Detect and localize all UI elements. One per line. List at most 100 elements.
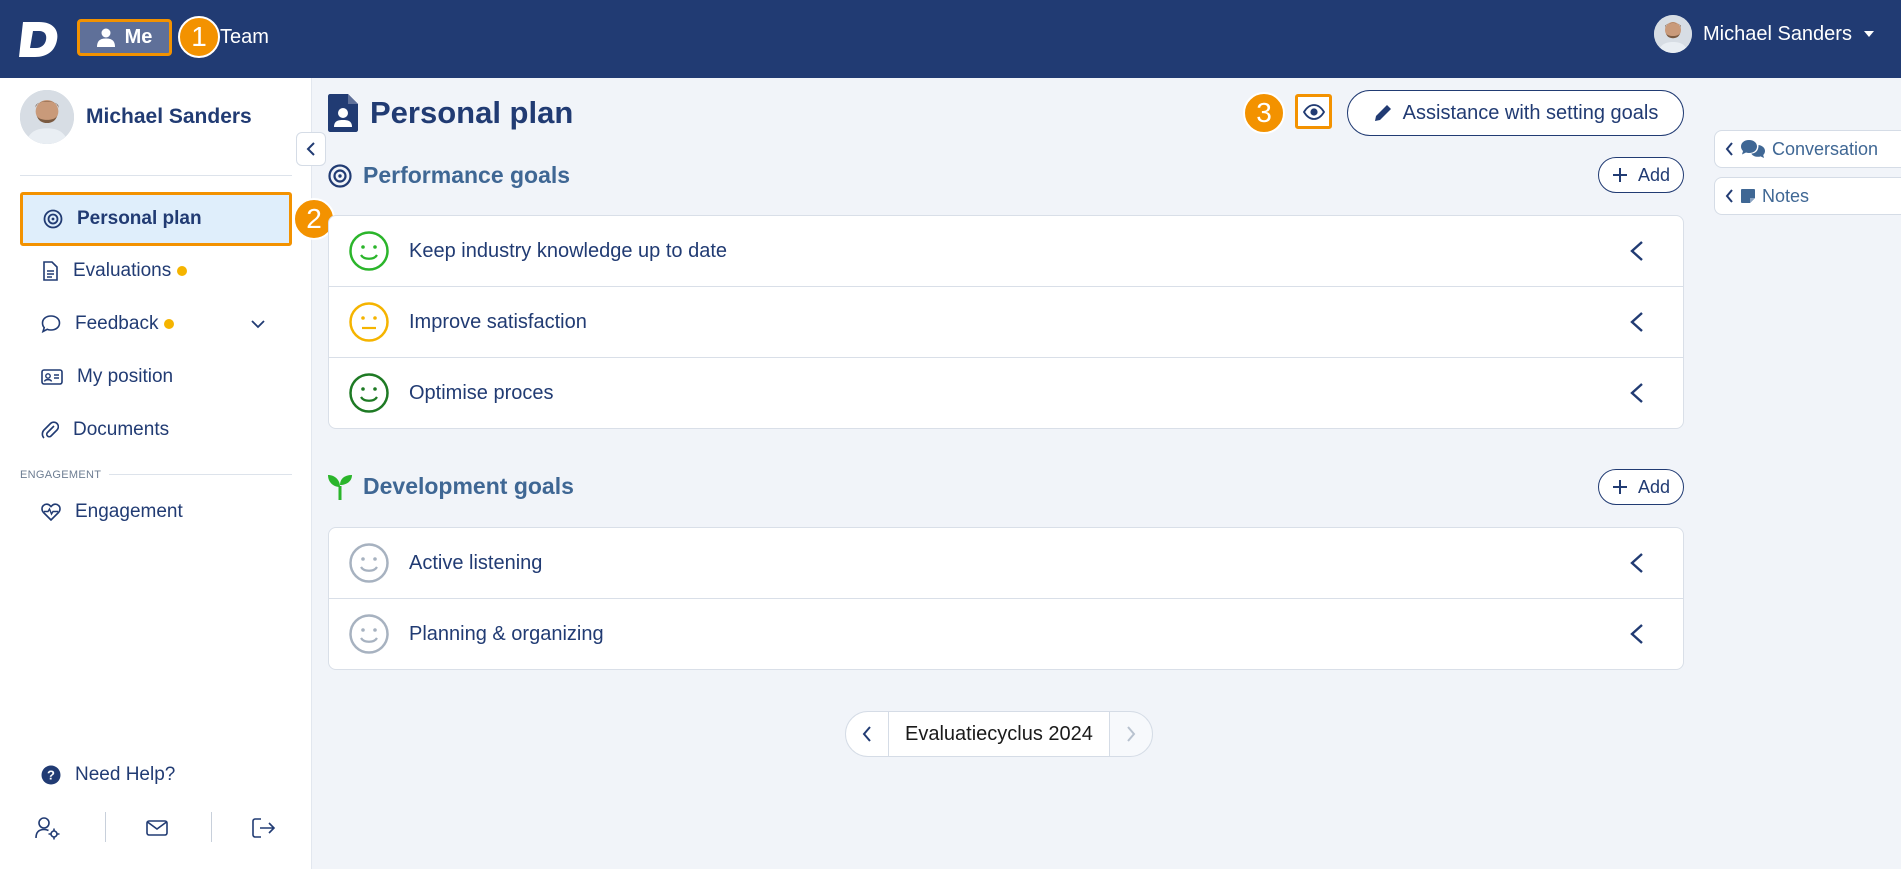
- chevron-left-icon: [862, 726, 871, 742]
- target-icon: [328, 163, 352, 188]
- assistance-goals-label: Assistance with setting goals: [1402, 101, 1659, 124]
- add-label: Add: [1637, 164, 1671, 185]
- goal-row[interactable]: Improve satisfaction: [329, 287, 1683, 358]
- eye-icon: [1302, 103, 1325, 120]
- document-icon: [43, 261, 58, 281]
- chevron-right-icon: [1127, 726, 1136, 742]
- profile-name: Michael Sanders: [86, 105, 252, 128]
- notification-dot: [164, 318, 175, 329]
- chevron-left-icon[interactable]: [1629, 382, 1645, 404]
- sprout-icon: [328, 474, 352, 500]
- goal-row[interactable]: Active listening: [329, 528, 1683, 599]
- goal-title: Optimise proces: [409, 382, 554, 404]
- goal-row[interactable]: Keep industry knowledge up to date: [329, 216, 1683, 287]
- divider: [20, 175, 292, 176]
- sidebar-item-engagement[interactable]: Engagement: [22, 487, 290, 537]
- assistance-goals-button[interactable]: Assistance with setting goals: [1347, 90, 1684, 136]
- need-help-link[interactable]: ? Need Help?: [41, 764, 175, 786]
- step-badge-1: 1: [178, 16, 220, 58]
- sidebar-footer: [0, 806, 312, 846]
- paperclip-icon: [41, 421, 59, 439]
- mail-icon[interactable]: [143, 814, 171, 842]
- chevron-down-icon[interactable]: [250, 319, 266, 329]
- sidebar-item-label: My position: [77, 366, 174, 387]
- caret-down-icon: [1863, 31, 1874, 37]
- user-menu-name: Michael Sanders: [1703, 22, 1852, 45]
- team-tab-link[interactable]: Team: [220, 26, 269, 49]
- app-logo[interactable]: [19, 20, 59, 58]
- target-icon: [43, 209, 63, 229]
- chevron-left-icon: [1725, 189, 1733, 203]
- cycle-label: Evaluatiecyclus 2024: [889, 711, 1109, 757]
- sidebar-item-my-position[interactable]: My position: [22, 352, 290, 402]
- user-settings-icon[interactable]: [34, 814, 62, 842]
- goal-row[interactable]: Planning & organizing: [329, 599, 1683, 669]
- page-title-text: Personal plan: [370, 95, 574, 130]
- chevron-left-icon: [1725, 142, 1733, 156]
- next-cycle-button[interactable]: [1108, 711, 1153, 757]
- svg-text:?: ?: [47, 768, 55, 783]
- conversation-tab-label: Conversation: [1772, 138, 1879, 159]
- sidebar-item-evaluations[interactable]: Evaluations: [22, 246, 290, 296]
- sidebar: Michael Sanders Personal plan 2 Evaluati…: [0, 78, 335, 869]
- step-badge-3: 3: [1243, 92, 1285, 134]
- add-label: Add: [1637, 476, 1671, 497]
- question-circle-icon: ?: [41, 765, 61, 785]
- sidebar-item-label: Documents: [73, 419, 170, 440]
- plus-icon: [1612, 168, 1627, 182]
- me-tab-label: Me: [124, 26, 153, 48]
- sidebar-item-label: Engagement: [75, 501, 183, 522]
- view-toggle-button[interactable]: [1295, 94, 1332, 129]
- goal-title: Active listening: [409, 551, 543, 574]
- development-goals-title: Development goals: [363, 473, 574, 499]
- id-card-icon: [41, 369, 63, 385]
- chevron-left-icon[interactable]: [1629, 240, 1645, 262]
- goal-row[interactable]: Optimise proces: [329, 358, 1683, 428]
- development-goals-list: Active listening Planning & organizing: [328, 527, 1684, 670]
- happy-face-icon: [349, 231, 389, 271]
- development-goals-heading: Development goals: [328, 473, 574, 500]
- need-help-label: Need Help?: [75, 764, 176, 785]
- speech-bubble-icon: [41, 315, 61, 334]
- profile-card[interactable]: Michael Sanders: [20, 90, 252, 144]
- separator: [105, 812, 106, 842]
- chevron-left-icon[interactable]: [1629, 623, 1645, 645]
- previous-cycle-button[interactable]: [845, 711, 889, 757]
- chevron-left-icon[interactable]: [1629, 552, 1645, 574]
- chevron-left-icon[interactable]: [1629, 311, 1645, 333]
- sidebar-item-feedback[interactable]: Feedback: [22, 299, 290, 349]
- sidebar-item-documents[interactable]: Documents: [22, 405, 290, 455]
- heart-pulse-icon: [41, 503, 61, 521]
- happy-face-icon: [349, 373, 389, 413]
- logout-icon[interactable]: [250, 814, 278, 842]
- plus-icon: [1612, 480, 1627, 494]
- sidebar-item-personal-plan[interactable]: Personal plan: [20, 192, 292, 246]
- user-avatar: [1654, 15, 1692, 53]
- me-tab-button[interactable]: Me: [77, 19, 172, 56]
- performance-goals-title: Performance goals: [363, 162, 571, 188]
- add-performance-goal-button[interactable]: Add: [1598, 157, 1684, 193]
- page-title: Personal plan: [328, 94, 573, 132]
- top-bar: Me 1 Team Michael Sanders: [0, 0, 1901, 78]
- goal-title: Improve satisfaction: [409, 310, 587, 333]
- user-menu[interactable]: Michael Sanders: [1654, 15, 1875, 53]
- performance-goals-heading: Performance goals: [328, 162, 570, 189]
- happy-face-icon: [349, 543, 389, 583]
- collapse-sidebar-button[interactable]: [296, 132, 326, 166]
- notes-tab-label: Notes: [1762, 185, 1810, 206]
- add-development-goal-button[interactable]: Add: [1598, 469, 1684, 505]
- chat-bubbles-icon: [1741, 140, 1765, 158]
- person-document-icon: [328, 94, 358, 132]
- separator: [211, 812, 212, 842]
- chevron-left-icon: [306, 142, 315, 156]
- notes-tab[interactable]: Notes: [1714, 177, 1901, 215]
- performance-goals-list: Keep industry knowledge up to date Impro…: [328, 215, 1684, 429]
- goal-title: Keep industry knowledge up to date: [409, 239, 727, 262]
- section-label-engagement: ENGAGEMENT: [20, 469, 110, 481]
- sidebar-item-label: Feedback: [75, 313, 159, 334]
- profile-avatar: [20, 90, 74, 144]
- notification-dot: [177, 265, 188, 276]
- conversation-tab[interactable]: Conversation: [1714, 130, 1901, 168]
- happy-face-icon: [349, 614, 389, 654]
- sidebar-item-label: Personal plan: [77, 208, 202, 229]
